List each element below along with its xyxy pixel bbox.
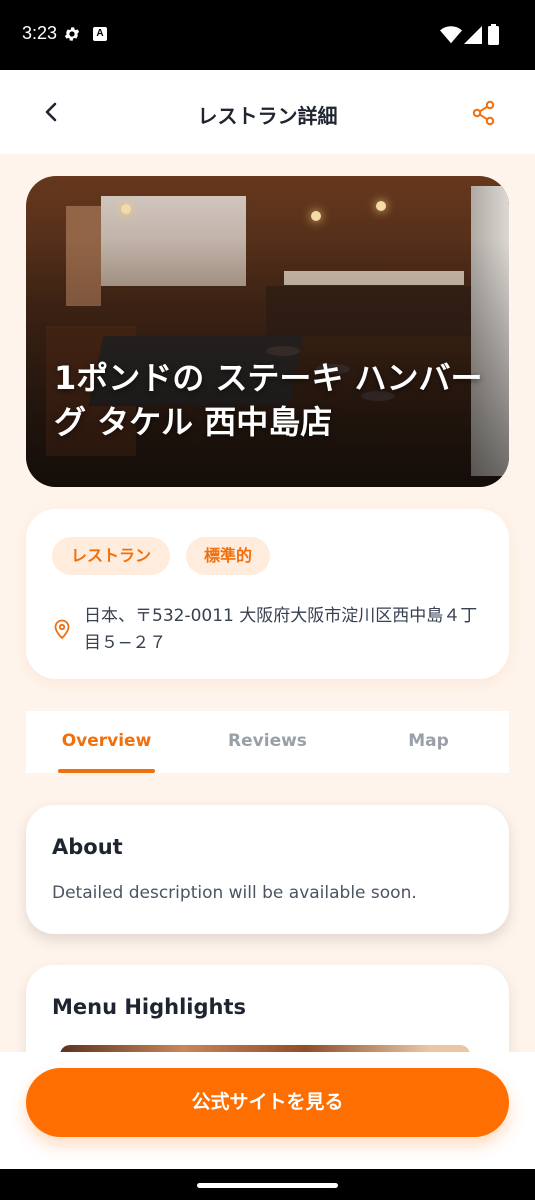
tab-overview[interactable]: Overview <box>26 731 187 751</box>
restaurant-info-card: レストラン 標準的 日本、〒532-0011 大阪府大阪市淀川区西中島４丁目５−… <box>26 509 509 679</box>
bottom-action-panel: 公式サイトを見る <box>0 1052 535 1169</box>
a-notification-icon: A <box>93 27 107 41</box>
share-button[interactable] <box>468 98 500 128</box>
price-chip: 標準的 <box>186 537 270 575</box>
status-time: 3:23 <box>22 23 58 43</box>
restaurant-name: 1ポンドの ステーキ ハンバーグ タケル 西中島店 <box>54 359 483 441</box>
page-title: レストラン詳細 <box>197 104 338 128</box>
app-bar: レストラン詳細 <box>0 70 535 154</box>
gear-icon <box>64 27 80 41</box>
tab-map[interactable]: Map <box>348 731 509 751</box>
about-description: Detailed description will be available s… <box>52 883 417 903</box>
active-tab-indicator <box>58 769 155 773</box>
restaurant-address: 日本、〒532-0011 大阪府大阪市淀川区西中島４丁目５−２７ <box>84 606 478 653</box>
about-card: About Detailed description will be avail… <box>26 805 509 934</box>
tab-reviews[interactable]: Reviews <box>187 731 348 751</box>
wifi-icon <box>440 26 462 44</box>
system-nav-bar <box>0 1169 535 1200</box>
location-pin-icon <box>54 619 70 640</box>
category-chip: レストラン <box>52 537 170 575</box>
battery-icon <box>488 24 499 45</box>
restaurant-hero-image: 1ポンドの ステーキ ハンバーグ タケル 西中島店 <box>26 176 509 487</box>
home-indicator[interactable] <box>197 1183 338 1188</box>
official-site-button[interactable]: 公式サイトを見る <box>26 1068 509 1137</box>
menu-highlights-title: Menu Highlights <box>52 995 247 1019</box>
signal-icon <box>464 26 482 44</box>
share-icon <box>472 100 495 126</box>
status-bar: 3:23 A <box>0 0 535 70</box>
tab-bar: Overview Reviews Map <box>26 711 509 773</box>
about-title: About <box>52 835 123 859</box>
